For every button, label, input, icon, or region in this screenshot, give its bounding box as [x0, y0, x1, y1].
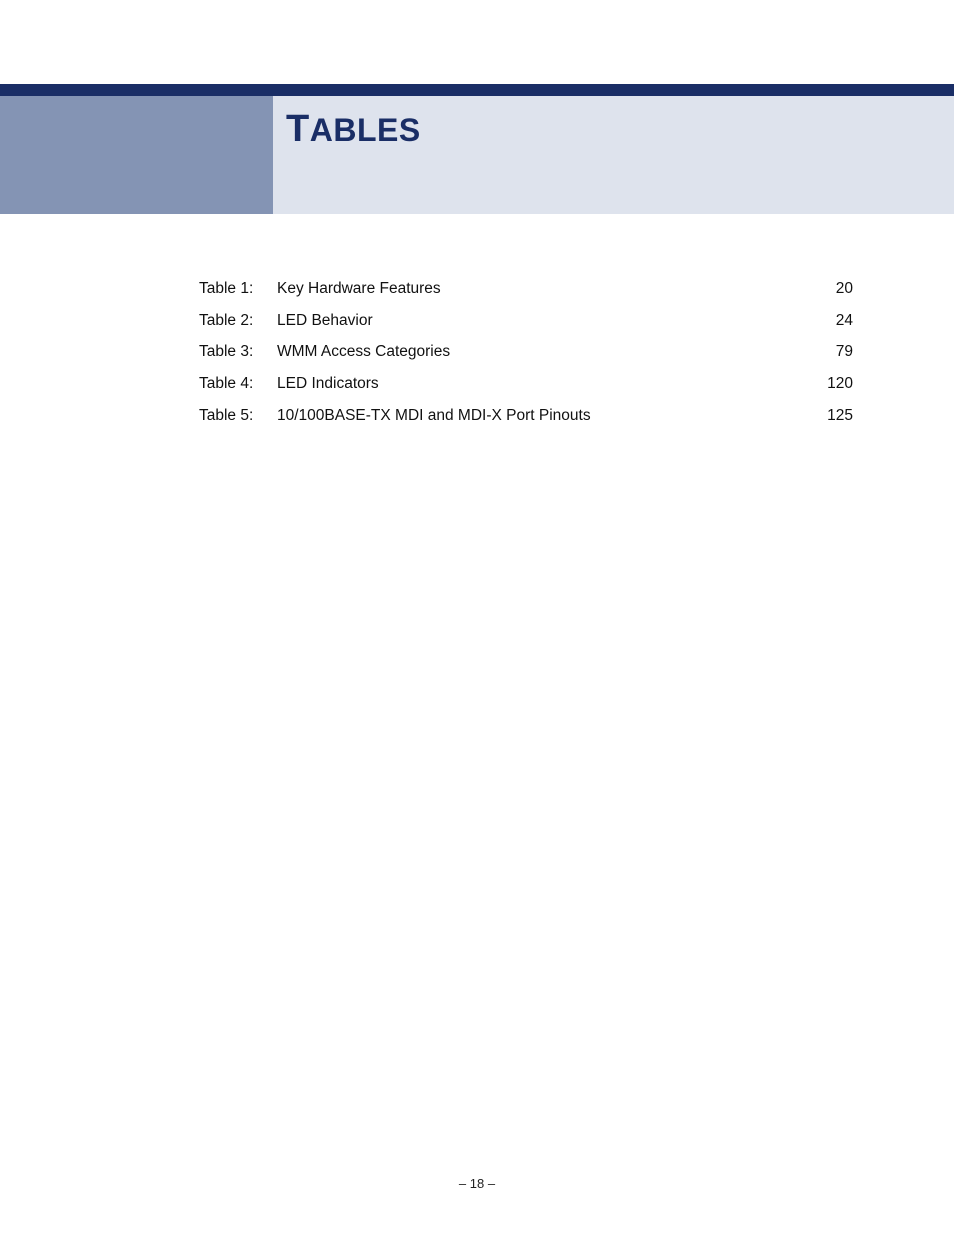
- table-title: Key Hardware Features: [277, 278, 441, 300]
- table-page: 20: [813, 278, 853, 300]
- table-page: 24: [813, 310, 853, 332]
- tables-list-row[interactable]: Table 2: LED Behavior 24: [199, 310, 853, 332]
- table-title: LED Behavior: [277, 310, 373, 332]
- table-page: 120: [813, 373, 853, 395]
- table-title: WMM Access Categories: [277, 341, 450, 363]
- table-page: 125: [813, 405, 853, 427]
- tables-list-row[interactable]: Table 1: Key Hardware Features 20: [199, 278, 853, 300]
- header-side-panel: [0, 96, 273, 214]
- page-title-cap: T: [286, 108, 310, 150]
- table-title: LED Indicators: [277, 373, 379, 395]
- tables-list-row[interactable]: Table 5: 10/100BASE-TX MDI and MDI-X Por…: [199, 405, 853, 427]
- table-page: 79: [813, 341, 853, 363]
- tables-list: Table 1: Key Hardware Features 20 Table …: [199, 278, 853, 436]
- page-title-rest: ABLES: [310, 112, 421, 148]
- table-number: Table 2:: [199, 310, 277, 332]
- tables-list-row[interactable]: Table 4: LED Indicators 120: [199, 373, 853, 395]
- page-title: TABLES: [286, 108, 421, 151]
- table-number: Table 5:: [199, 405, 277, 427]
- page-footer: – 18 –: [0, 1176, 954, 1191]
- header-top-stripe: [0, 84, 954, 96]
- tables-list-row[interactable]: Table 3: WMM Access Categories 79: [199, 341, 853, 363]
- table-number: Table 1:: [199, 278, 277, 300]
- table-title: 10/100BASE-TX MDI and MDI-X Port Pinouts: [277, 405, 591, 427]
- table-number: Table 4:: [199, 373, 277, 395]
- table-number: Table 3:: [199, 341, 277, 363]
- page-number: – 18 –: [459, 1176, 495, 1191]
